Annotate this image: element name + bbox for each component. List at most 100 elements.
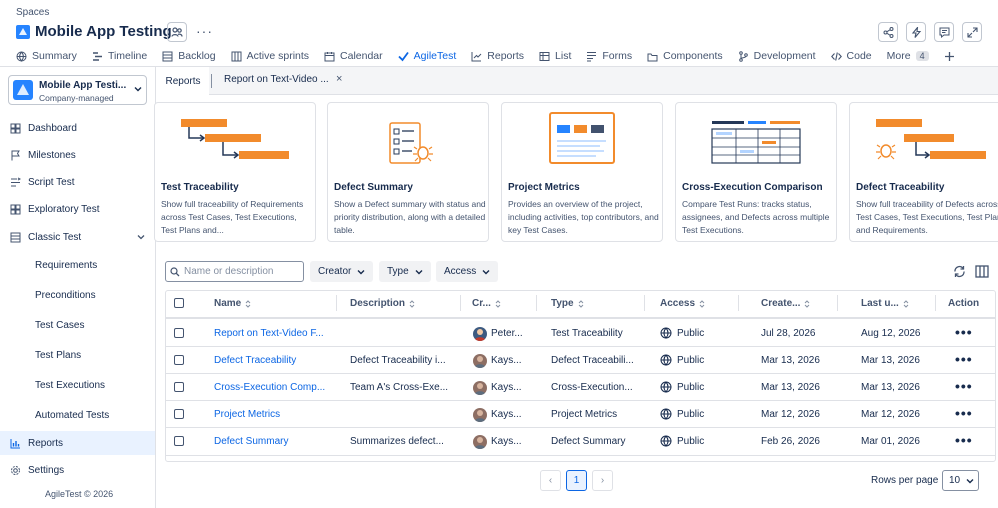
- tab-label: Forms: [602, 50, 633, 62]
- automation-button[interactable]: [906, 22, 926, 42]
- card-cross-execution-comparison[interactable]: Cross-Execution Comparison Compare Test …: [675, 102, 837, 242]
- prev-page-button[interactable]: ‹: [540, 470, 561, 491]
- sidebar-item-dashboard[interactable]: Dashboard: [10, 118, 150, 138]
- column-label: Name: [214, 298, 242, 309]
- column-label: Type: [551, 298, 574, 309]
- select-all-checkbox[interactable]: [174, 298, 184, 308]
- sidebar-item-script-test[interactable]: Script Test: [10, 172, 150, 192]
- fullscreen-button[interactable]: [962, 22, 982, 42]
- row-actions-button[interactable]: •••: [955, 405, 973, 421]
- rows-per-page-select[interactable]: 10: [942, 470, 979, 491]
- report-name-link[interactable]: Cross-Execution Comp...: [214, 382, 325, 393]
- card-title: Test Traceability: [161, 182, 239, 193]
- sidebar-item-milestones[interactable]: Milestones: [10, 145, 150, 165]
- tab-active-sprints[interactable]: Active sprints: [231, 46, 309, 66]
- refresh-icon[interactable]: [953, 265, 966, 278]
- sidebar-item-preconditions[interactable]: Preconditions: [35, 290, 96, 301]
- row-actions-button[interactable]: •••: [955, 324, 973, 340]
- sidebar-item-classic-test[interactable]: Classic Test: [10, 227, 150, 247]
- report-access: Public: [677, 355, 705, 366]
- tab-development[interactable]: Development: [738, 46, 816, 66]
- card-defect-summary[interactable]: Defect Summary Show a Defect summary wit…: [327, 102, 489, 242]
- tab-forms[interactable]: Forms: [586, 46, 632, 66]
- tab-more[interactable]: More 4: [887, 46, 929, 66]
- column-header-type[interactable]: Type: [551, 298, 584, 309]
- tab-label: Summary: [32, 50, 77, 62]
- flag-icon: [11, 150, 20, 160]
- column-header-name[interactable]: Name: [214, 298, 251, 309]
- project-switcher[interactable]: Mobile App Testi... Company-managed: [8, 75, 147, 105]
- sidebar-item-settings[interactable]: Settings: [10, 460, 150, 480]
- add-tab-button[interactable]: [944, 46, 955, 66]
- sidebar-item-automated-tests[interactable]: Automated Tests: [35, 410, 109, 421]
- report-type: Project Metrics: [551, 409, 618, 420]
- report-tab-reports[interactable]: Reports: [157, 67, 209, 95]
- row-checkbox[interactable]: [174, 382, 184, 392]
- more-actions-button[interactable]: ···: [196, 23, 213, 39]
- access-filter[interactable]: Access: [436, 261, 499, 282]
- creator-filter[interactable]: Creator: [310, 261, 374, 282]
- row-actions-button[interactable]: •••: [955, 351, 973, 367]
- row-checkbox[interactable]: [174, 436, 184, 446]
- tab-backlog[interactable]: Backlog: [162, 46, 216, 66]
- tab-calendar[interactable]: Calendar: [324, 46, 383, 66]
- card-defect-traceability[interactable]: Defect Traceability Show full traceabili…: [849, 102, 998, 242]
- chevron-down-icon: [415, 269, 423, 274]
- sidebar-item-test-plans[interactable]: Test Plans: [35, 350, 81, 361]
- row-actions-button[interactable]: •••: [955, 432, 973, 448]
- feedback-button[interactable]: [934, 22, 954, 42]
- report-type: Defect Summary: [551, 436, 626, 447]
- timeline-icon: [92, 51, 102, 61]
- column-separator: [644, 295, 645, 311]
- report-name-link[interactable]: Report on Text-Video F...: [214, 328, 324, 339]
- tab-timeline[interactable]: Timeline: [92, 46, 147, 66]
- card-test-traceability[interactable]: Test Traceability Show full traceability…: [154, 102, 316, 242]
- report-name-link[interactable]: Defect Traceability: [214, 355, 296, 366]
- columns-icon[interactable]: [975, 265, 989, 278]
- page-1-button[interactable]: 1: [566, 470, 587, 491]
- column-header-description[interactable]: Description: [350, 298, 415, 309]
- report-tab-open-report[interactable]: Report on Text-Video ...: [224, 74, 329, 85]
- row-checkbox[interactable]: [174, 409, 184, 419]
- share-button[interactable]: [878, 22, 898, 42]
- tab-label: AgileTest: [413, 50, 457, 62]
- report-description: Defect Traceability i...: [350, 355, 446, 366]
- type-filter[interactable]: Type: [379, 261, 431, 282]
- close-tab-button[interactable]: ×: [336, 73, 342, 85]
- sidebar-item-test-executions[interactable]: Test Executions: [35, 380, 105, 391]
- search-input[interactable]: [184, 266, 302, 277]
- row-divider: [166, 373, 996, 374]
- row-checkbox[interactable]: [174, 328, 184, 338]
- column-header-last-updated[interactable]: Last u...: [861, 298, 909, 309]
- sidebar-item-requirements[interactable]: Requirements: [35, 260, 97, 271]
- traceability-illustration-icon: [181, 119, 289, 159]
- sidebar-item-reports[interactable]: Reports: [10, 433, 150, 453]
- forms-icon: [587, 51, 597, 61]
- tab-code[interactable]: Code: [830, 46, 872, 66]
- tab-agiletest[interactable]: AgileTest: [395, 46, 460, 69]
- tab-summary[interactable]: Summary: [16, 46, 77, 66]
- sidebar-item-label: Classic Test: [28, 231, 82, 243]
- globe-icon: [660, 354, 672, 366]
- report-creator: Kays...: [491, 355, 522, 366]
- report-name-link[interactable]: Defect Summary: [214, 436, 288, 447]
- tab-label: Development: [753, 50, 816, 62]
- tab-reports[interactable]: Reports: [471, 46, 524, 66]
- next-page-button[interactable]: ›: [592, 470, 613, 491]
- column-header-access[interactable]: Access: [660, 298, 705, 309]
- row-checkbox[interactable]: [174, 355, 184, 365]
- card-project-metrics[interactable]: Project Metrics Provides an overview of …: [501, 102, 663, 242]
- report-name-link[interactable]: Project Metrics: [214, 409, 280, 420]
- sidebar-item-exploratory-test[interactable]: Exploratory Test: [10, 199, 150, 219]
- column-header-created[interactable]: Create...: [761, 298, 810, 309]
- breadcrumb[interactable]: Spaces: [16, 7, 49, 18]
- defect-traceability-illustration-icon: [876, 119, 986, 160]
- report-created: Feb 26, 2026: [761, 436, 820, 447]
- people-button[interactable]: [167, 22, 187, 42]
- sidebar-item-test-cases[interactable]: Test Cases: [35, 320, 84, 331]
- column-header-creator[interactable]: Cr...: [472, 298, 501, 309]
- search-field[interactable]: [165, 261, 304, 282]
- row-actions-button[interactable]: •••: [955, 378, 973, 394]
- tab-components[interactable]: Components: [647, 46, 723, 66]
- tab-list[interactable]: List: [539, 46, 571, 66]
